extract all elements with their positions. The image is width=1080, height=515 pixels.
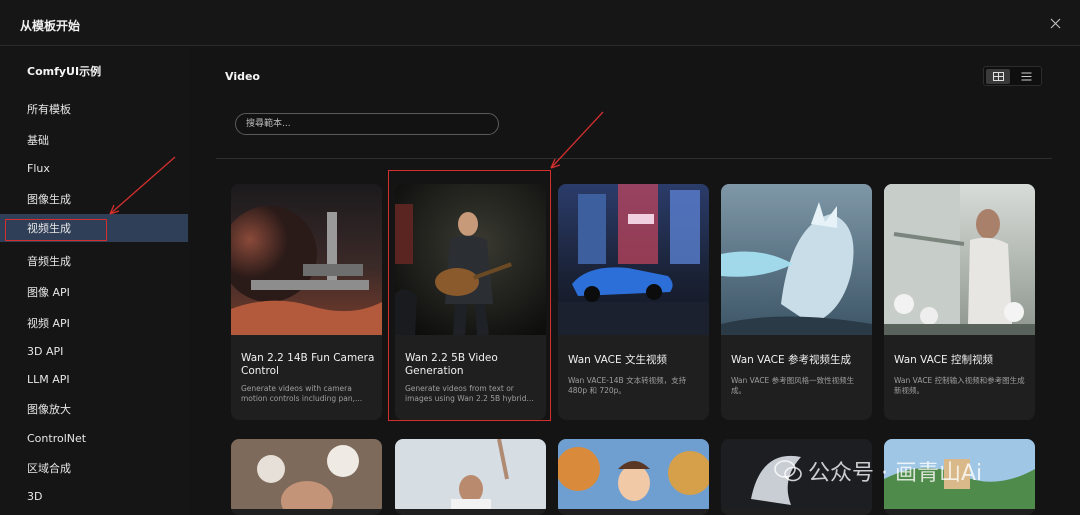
template-card-title: Wan 2.2 14B Fun Camera Control	[241, 352, 375, 377]
section-title: Video	[225, 70, 260, 83]
sidebar-item-area-composition[interactable]: 区域合成	[0, 454, 188, 482]
template-thumbnail-image	[558, 184, 709, 335]
sidebar-item-llm-api[interactable]: LLM API	[0, 365, 188, 393]
template-thumbnail-image	[884, 184, 1035, 335]
sidebar-item-audio-generation[interactable]: 音频生成	[0, 247, 188, 275]
sidebar-item-3d-api[interactable]: 3D API	[0, 337, 188, 365]
sidebar-item-label: 基础	[27, 134, 49, 147]
sidebar-item-label: 视频 API	[27, 317, 70, 330]
template-card-description: Generate videos from text or images usin…	[405, 384, 534, 403]
template-card[interactable]	[231, 439, 382, 515]
template-gallery: Video Wan 2.2 14B Fun Camera Control Gen…	[190, 46, 1080, 515]
sidebar-item-3d[interactable]: 3D	[0, 482, 188, 510]
sidebar: ComfyUI示例 所有模板 基础 Flux 图像生成 视频生成 音频生成 图像…	[0, 46, 190, 515]
template-thumbnail-image	[721, 184, 872, 335]
divider	[216, 158, 1052, 159]
sidebar-item-label: 图像 API	[27, 286, 70, 299]
search-input[interactable]	[235, 113, 499, 135]
template-card-wan-vace-reference[interactable]: Wan VACE 参考视频生成 Wan VACE 参考图风格一致性视频生成。	[721, 184, 872, 420]
template-card-description: Wan VACE 控制输入视频和参考图生成新视频。	[894, 376, 1025, 395]
sidebar-item-label: 区域合成	[27, 462, 71, 475]
template-card-title: Wan VACE 控制视频	[894, 354, 993, 366]
sidebar-item-video-api[interactable]: 视频 API	[0, 309, 188, 337]
sidebar-item-label: 视频生成	[27, 222, 71, 235]
sidebar-item-label: Flux	[27, 161, 50, 175]
view-toggle	[983, 66, 1042, 86]
template-card-description: Wan VACE 参考图风格一致性视频生成。	[731, 376, 855, 395]
sidebar-item-label: 3D	[27, 489, 43, 503]
sidebar-item-image-generation[interactable]: 图像生成	[0, 185, 188, 213]
sidebar-item-label: 图像生成	[27, 193, 71, 206]
sidebar-item-video-generation[interactable]: 视频生成	[0, 214, 188, 242]
sidebar-item-basics[interactable]: 基础	[0, 126, 188, 154]
template-card-title: Wan 2.2 5B Video Generation	[405, 352, 498, 377]
dialog-header: 从模板开始	[0, 0, 1080, 46]
template-thumbnail-image	[231, 439, 382, 509]
template-thumbnail-image	[395, 184, 546, 335]
grid-view-icon[interactable]	[986, 68, 1010, 84]
template-card-wan-vace-control[interactable]: Wan VACE 控制视频 Wan VACE 控制输入视频和参考图生成新视频。	[884, 184, 1035, 420]
sidebar-item-all-templates[interactable]: 所有模板	[0, 95, 188, 123]
template-card-title: Wan VACE 参考视频生成	[731, 354, 851, 366]
watermark-text: 公众号 · 画青山Ai	[808, 461, 983, 486]
sidebar-item-flux[interactable]: Flux	[0, 154, 188, 182]
sidebar-item-label: LLM API	[27, 372, 70, 386]
sidebar-heading: ComfyUI示例	[27, 65, 102, 78]
template-thumbnail-image	[395, 439, 546, 509]
template-card-wan22-14b-fun-camera[interactable]: Wan 2.2 14B Fun Camera Control Generate …	[231, 184, 382, 420]
sidebar-item-upscale[interactable]: 图像放大	[0, 395, 188, 423]
wechat-icon	[774, 460, 802, 482]
sidebar-item-label: ControlNet	[27, 431, 87, 445]
sidebar-item-label: 图像放大	[27, 403, 71, 416]
template-card-wan22-5b-video[interactable]: Wan 2.2 5B Video Generation Generate vid…	[395, 184, 546, 420]
list-view-icon[interactable]	[1014, 69, 1038, 84]
close-icon[interactable]	[1046, 14, 1064, 32]
template-thumbnail-image	[558, 439, 709, 509]
template-card[interactable]	[395, 439, 546, 515]
template-thumbnail-image	[231, 184, 382, 335]
template-card-description: Wan VACE-14B 文本转视频，支持 480p 和 720p。	[568, 376, 687, 395]
sidebar-item-image-api[interactable]: 图像 API	[0, 278, 188, 306]
template-card[interactable]	[558, 439, 709, 515]
sidebar-item-label: 音频生成	[27, 255, 71, 268]
template-card-description: Generate videos with camera motion contr…	[241, 384, 363, 403]
sidebar-item-label: 所有模板	[27, 103, 71, 116]
template-card-title: Wan VACE 文生视频	[568, 354, 667, 366]
watermark: 公众号 · 画青山Ai	[774, 455, 982, 487]
sidebar-item-controlnet[interactable]: ControlNet	[0, 424, 188, 452]
template-card-wan-vace-t2v[interactable]: Wan VACE 文生视频 Wan VACE-14B 文本转视频，支持 480p…	[558, 184, 709, 420]
dialog-title: 从模板开始	[20, 19, 81, 33]
sidebar-item-label: 3D API	[27, 344, 64, 358]
